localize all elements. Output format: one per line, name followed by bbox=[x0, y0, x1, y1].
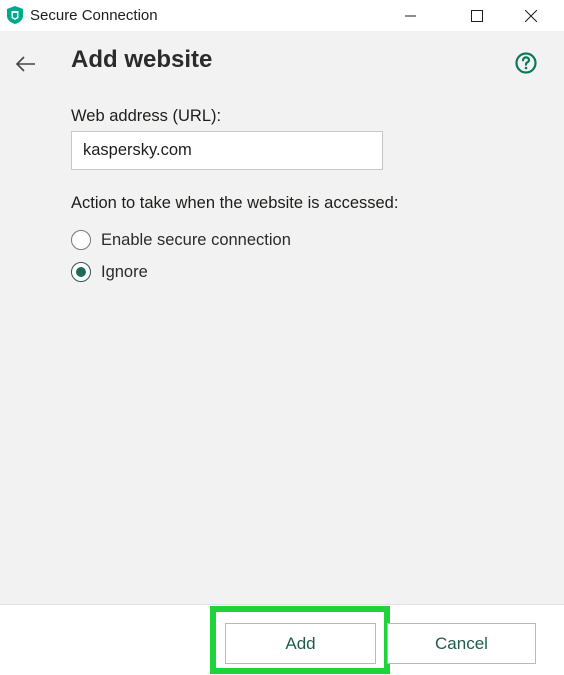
secure-connection-window: Secure Connection Add website Web addres… bbox=[0, 0, 564, 675]
title-bar: Secure Connection bbox=[0, 0, 564, 31]
radio-button-unchecked[interactable] bbox=[71, 230, 91, 250]
minimize-button[interactable] bbox=[388, 0, 434, 31]
url-input[interactable] bbox=[71, 131, 383, 170]
radio-button-checked[interactable] bbox=[71, 262, 91, 282]
add-button[interactable]: Add bbox=[225, 623, 376, 664]
radio-label: Ignore bbox=[101, 262, 148, 281]
minimize-icon bbox=[405, 15, 416, 16]
help-icon[interactable] bbox=[514, 51, 538, 75]
back-arrow-icon[interactable] bbox=[14, 52, 38, 76]
url-label: Web address (URL): bbox=[71, 107, 222, 125]
radio-ignore[interactable]: Ignore bbox=[71, 262, 148, 282]
maximize-button[interactable] bbox=[454, 0, 500, 31]
kaspersky-shield-icon bbox=[7, 6, 23, 24]
close-button[interactable] bbox=[508, 0, 554, 31]
radio-label: Enable secure connection bbox=[101, 230, 291, 249]
action-label: Action to take when the website is acces… bbox=[71, 194, 399, 212]
radio-enable-secure-connection[interactable]: Enable secure connection bbox=[71, 230, 291, 250]
cancel-button[interactable]: Cancel bbox=[387, 623, 536, 664]
close-icon bbox=[525, 9, 537, 22]
window-title: Secure Connection bbox=[30, 7, 158, 24]
maximize-icon bbox=[471, 9, 483, 22]
page-title: Add website bbox=[71, 46, 213, 73]
